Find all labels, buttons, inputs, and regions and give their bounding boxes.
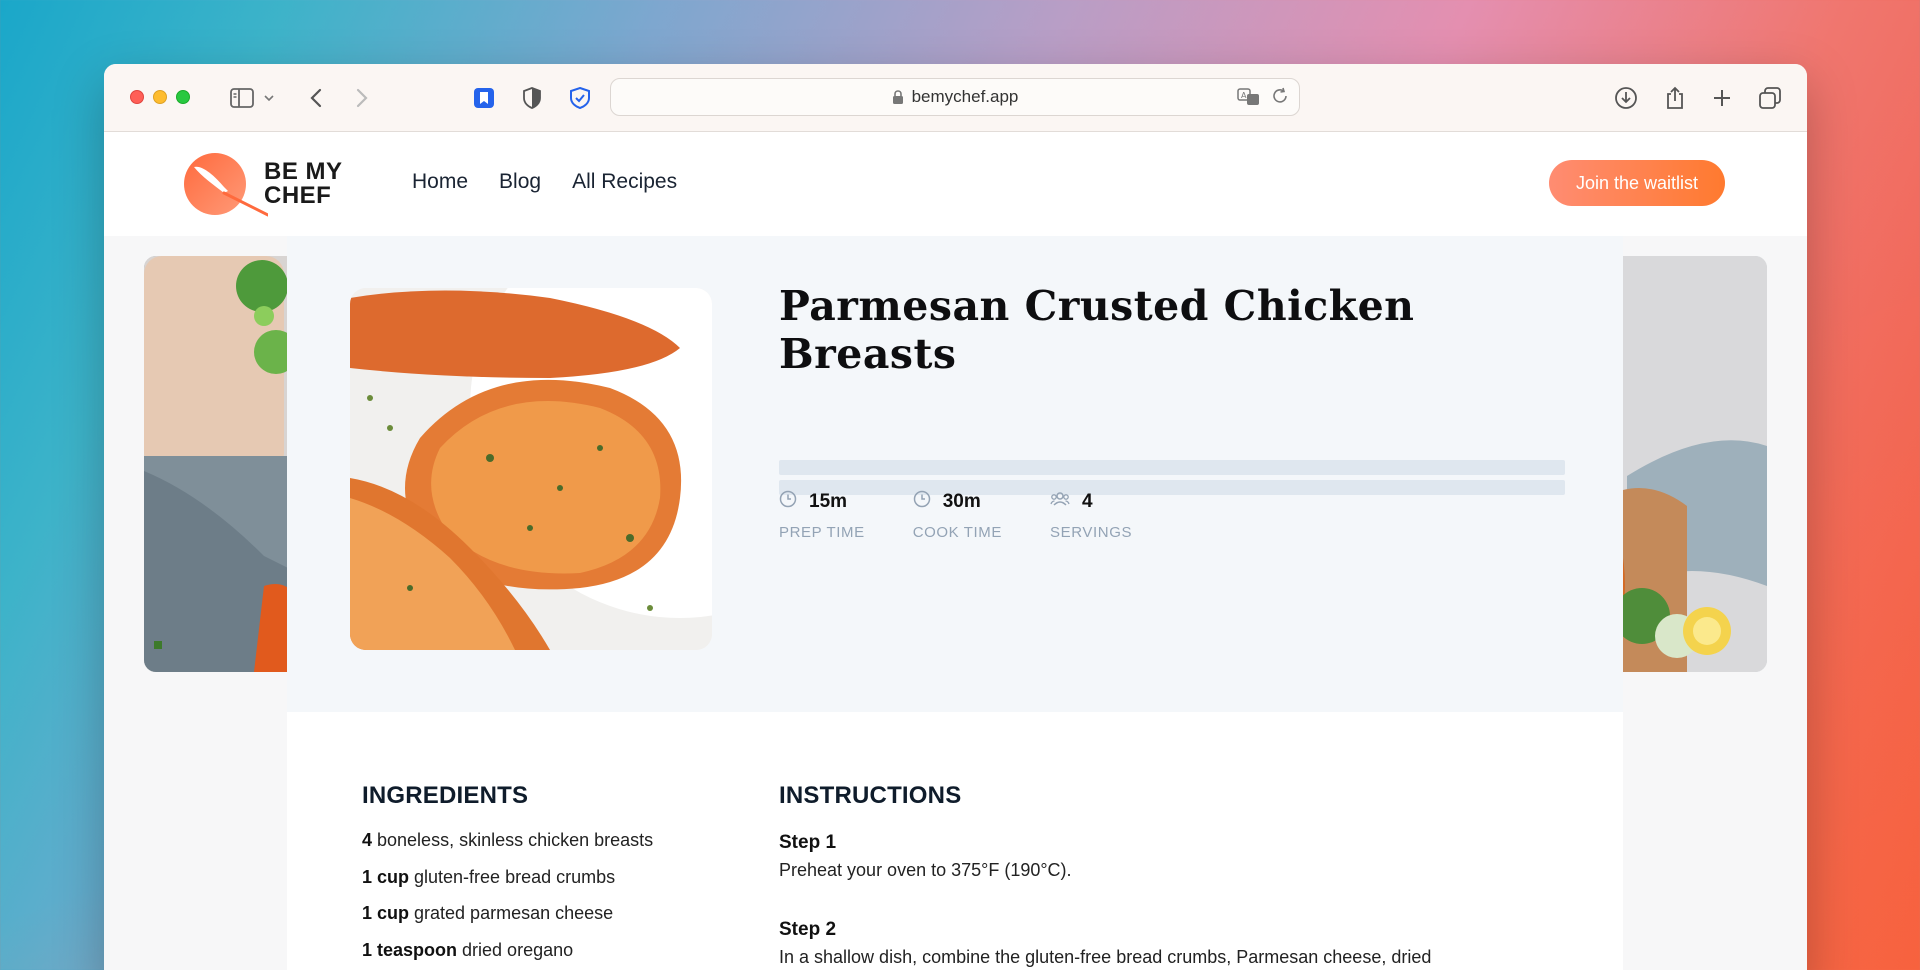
join-waitlist-button[interactable]: Join the waitlist (1549, 160, 1725, 206)
window-controls (130, 90, 190, 104)
instructions-section: INSTRUCTIONS Step 1 Preheat your oven to… (779, 782, 1539, 968)
carousel-next-recipe-image[interactable] (1607, 256, 1767, 672)
sidebar-icon[interactable] (228, 84, 256, 112)
step-text: In a shallow dish, combine the gluten-fr… (779, 947, 1432, 967)
recipe-hero: Parmesan Crusted Chicken Breasts 15m PRE… (287, 236, 1623, 712)
stat-label: PREP TIME (779, 524, 865, 541)
browser-toolbar: bemychef.app A (104, 64, 1807, 132)
ingredients-title: INGREDIENTS (362, 782, 529, 809)
ingredient-text: gluten-free bread crumbs (409, 866, 616, 887)
logo-line2: CHEF (264, 182, 332, 209)
recipe-photo (350, 288, 712, 650)
description-skeleton-line (779, 460, 1565, 475)
clock-icon (913, 490, 931, 514)
chef-knife-logo-icon (184, 153, 268, 217)
main-nav: Home Blog All Recipes (412, 170, 677, 194)
ingredient-qty: 4 (362, 830, 373, 850)
nav-home[interactable]: Home (412, 170, 468, 194)
ingredient-text: boneless, skinless chicken breasts (372, 830, 654, 850)
step-title: Step 2 (779, 919, 837, 940)
back-icon[interactable] (302, 84, 330, 112)
ingredients-list: 4 boneless, skinless chicken breasts 1 c… (362, 830, 742, 970)
tab-overview-icon[interactable] (1756, 84, 1784, 112)
ingredients-section: INGREDIENTS 4 boneless, skinless chicken… (362, 782, 742, 970)
list-item: 4 boneless, skinless chicken breasts (362, 830, 742, 867)
reload-icon[interactable] (1271, 87, 1289, 112)
ingredient-text: dried oregano (457, 939, 574, 960)
list-item: 1 teaspoon dried oregano (362, 940, 742, 970)
clock-icon (779, 490, 797, 514)
svg-text:A: A (1241, 91, 1247, 100)
new-tab-icon[interactable] (1708, 84, 1736, 112)
ingredient-text: grated parmesan cheese (409, 903, 614, 923)
recipe-stats: 15m PREP TIME 30m COOK TIME 4 SERVINGS (779, 490, 1132, 541)
forward-icon[interactable] (348, 84, 376, 112)
downloads-icon[interactable] (1612, 84, 1640, 112)
instructions-title: INSTRUCTIONS (779, 782, 962, 809)
recipe-content: INGREDIENTS 4 boneless, skinless chicken… (287, 712, 1623, 970)
logo-line1: BE MY (264, 158, 343, 185)
recipe-title: Parmesan Crusted Chicken Breasts (779, 282, 1415, 378)
chevron-down-icon[interactable] (260, 84, 278, 112)
step-text: Preheat your oven to 375°F (190°C). (779, 860, 1072, 880)
share-icon[interactable] (1661, 84, 1689, 112)
ingredient-qty: 1 cup (362, 866, 410, 887)
zoom-window-button[interactable] (176, 90, 190, 104)
site-header: BE MY CHEF Home Blog All Recipes Join th… (104, 132, 1807, 236)
extension-check-shield-icon[interactable] (566, 84, 594, 112)
extension-bookmark-icon[interactable] (470, 84, 498, 112)
stat-servings: 4 SERVINGS (1050, 490, 1132, 541)
stat-prep-time: 15m PREP TIME (779, 490, 865, 541)
carousel-previous-recipe-image[interactable] (144, 256, 304, 672)
step-title: Step 1 (779, 832, 837, 853)
translate-icon[interactable]: A (1237, 87, 1261, 112)
minimize-window-button[interactable] (153, 90, 167, 104)
extension-shield-icon[interactable] (518, 84, 546, 112)
stat-label: SERVINGS (1050, 524, 1133, 541)
ingredient-qty: 1 cup (362, 903, 410, 923)
ingredient-qty: 1 teaspoon (362, 939, 458, 960)
close-window-button[interactable] (130, 90, 144, 104)
stat-label: COOK TIME (912, 524, 1003, 541)
address-url: bemychef.app (911, 87, 1019, 106)
nav-blog[interactable]: Blog (499, 170, 541, 194)
people-icon (1050, 490, 1070, 514)
stat-value: 4 (1082, 491, 1093, 512)
nav-all-recipes[interactable]: All Recipes (572, 170, 677, 194)
stat-value: 15m (809, 491, 848, 512)
stat-value: 30m (942, 491, 981, 512)
logo-wordmark: BE MY CHEF (264, 160, 343, 208)
address-bar[interactable]: bemychef.app A (610, 78, 1300, 116)
web-page: BE MY CHEF Home Blog All Recipes Join th… (104, 132, 1807, 970)
lock-icon (892, 89, 904, 105)
site-logo[interactable]: BE MY CHEF (184, 153, 343, 217)
list-item: 1 cup gluten-free bread crumbs (362, 867, 742, 904)
stat-cook-time: 30m COOK TIME (913, 490, 1002, 541)
browser-window: bemychef.app A BE MY CHEF Home Blog All … (104, 64, 1807, 970)
list-item: 1 cup grated parmesan cheese (362, 903, 742, 940)
